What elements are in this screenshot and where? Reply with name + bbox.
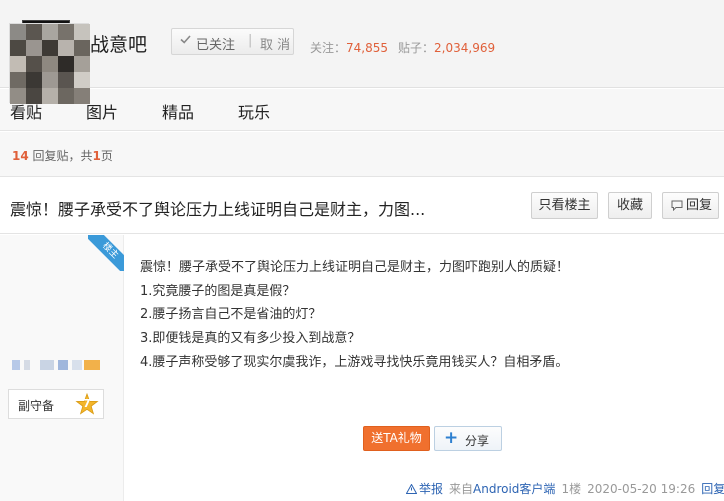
page-count-text: 页 bbox=[100, 149, 113, 163]
send-gift-button[interactable]: 送TA礼物 bbox=[363, 426, 430, 451]
post-reply-link[interactable]: 回复 bbox=[701, 482, 724, 496]
lz-badge-label: 楼主 bbox=[88, 235, 124, 271]
tab-pictures[interactable]: 图片 bbox=[86, 99, 118, 123]
forum-name[interactable]: 战意吧 bbox=[90, 30, 147, 57]
follow-separator: | bbox=[248, 33, 253, 48]
reply-button[interactable]: 回复 bbox=[662, 192, 719, 219]
tab-fun[interactable]: 玩乐 bbox=[238, 99, 270, 123]
post-line: 1.究竟腰子的图是真是假？ bbox=[140, 283, 296, 299]
pager-bar: 14 回复贴，共1页 bbox=[0, 132, 724, 177]
avatar[interactable] bbox=[9, 23, 90, 104]
forum-nav: 看贴 图片 精品 玩乐 bbox=[0, 89, 724, 131]
source-prefix: 来自 bbox=[449, 482, 474, 496]
collect-button[interactable]: 收藏 bbox=[608, 192, 652, 219]
check-icon bbox=[180, 35, 191, 44]
plus-icon: + bbox=[444, 428, 459, 448]
author-rank-title: 副守备 bbox=[18, 399, 55, 413]
post-line: 3.即便钱是真的又有多少投入到战意？ bbox=[140, 331, 361, 347]
reply-count-text: 回复贴，共 bbox=[32, 149, 93, 163]
author-rank-badge[interactable]: 副守备 7 bbox=[8, 389, 104, 419]
post-content: 震惊！腰子承受不了舆论压力上线证明自己是财主，力图吓跑别人的质疑！ 1.究竟腰子… bbox=[140, 256, 569, 374]
share-button[interactable]: + 分享 bbox=[434, 426, 502, 451]
forum-header: Z 戰意 战意吧 已关注 | 取 消 关注：74,855贴子：2,034,969 bbox=[0, 0, 724, 88]
lz-badge: 楼主 bbox=[88, 235, 124, 271]
share-button-label: 分享 bbox=[465, 434, 490, 448]
report-link[interactable]: 举报 bbox=[419, 482, 443, 496]
post-line: 震惊！腰子承受不了舆论压力上线证明自己是财主，力图吓跑别人的质疑！ bbox=[140, 260, 570, 275]
reply-count: 14 bbox=[12, 149, 29, 163]
page-count: 1 bbox=[92, 149, 101, 163]
forum-stats: 关注：74,855 贴子：2,034,969 bbox=[310, 39, 495, 56]
level-number: 7 bbox=[83, 397, 91, 410]
post-line: 2.腰子扬言自己不是省油的灯？ bbox=[140, 307, 322, 323]
post-datetime: 2020-05-20 19:26 bbox=[587, 482, 696, 496]
follow-control: 已关注 | 取 消 bbox=[171, 28, 294, 55]
floor-number: 1楼 bbox=[561, 482, 582, 496]
unfollow-button[interactable]: 取 消 bbox=[260, 34, 290, 53]
thread-title-bar: 震惊！腰子承受不了舆论压力上线证明自己是财主，力图... 只看楼主 收藏 回复 bbox=[0, 178, 724, 234]
reply-button-label: 回复 bbox=[686, 198, 713, 213]
follows-count: 74,855 bbox=[346, 41, 389, 55]
author-name-blurred[interactable] bbox=[12, 360, 102, 370]
thread-title: 震惊！腰子承受不了舆论压力上线证明自己是财主，力图... bbox=[10, 200, 426, 219]
comment-icon bbox=[671, 200, 683, 211]
posts-label: 贴子： bbox=[398, 41, 435, 55]
tab-featured[interactable]: 精品 bbox=[162, 99, 194, 123]
posts-count: 2,034,969 bbox=[434, 41, 496, 55]
only-lz-button[interactable]: 只看楼主 bbox=[531, 192, 598, 219]
source-client-link[interactable]: Android客户端 bbox=[473, 482, 555, 496]
followed-label: 已关注 bbox=[196, 38, 236, 53]
warning-icon bbox=[406, 484, 417, 494]
reply-page-info: 14 回复贴，共1页 bbox=[12, 147, 113, 164]
post-line: 4.腰子声称受够了现实尔虞我诈，上游戏寻找快乐竟用钱买人？自相矛盾。 bbox=[140, 354, 569, 370]
post-footer: 举报 来自Android客户端 1楼 2020-05-20 19:26 回复 bbox=[406, 480, 724, 497]
follows-label: 关注： bbox=[310, 41, 347, 55]
